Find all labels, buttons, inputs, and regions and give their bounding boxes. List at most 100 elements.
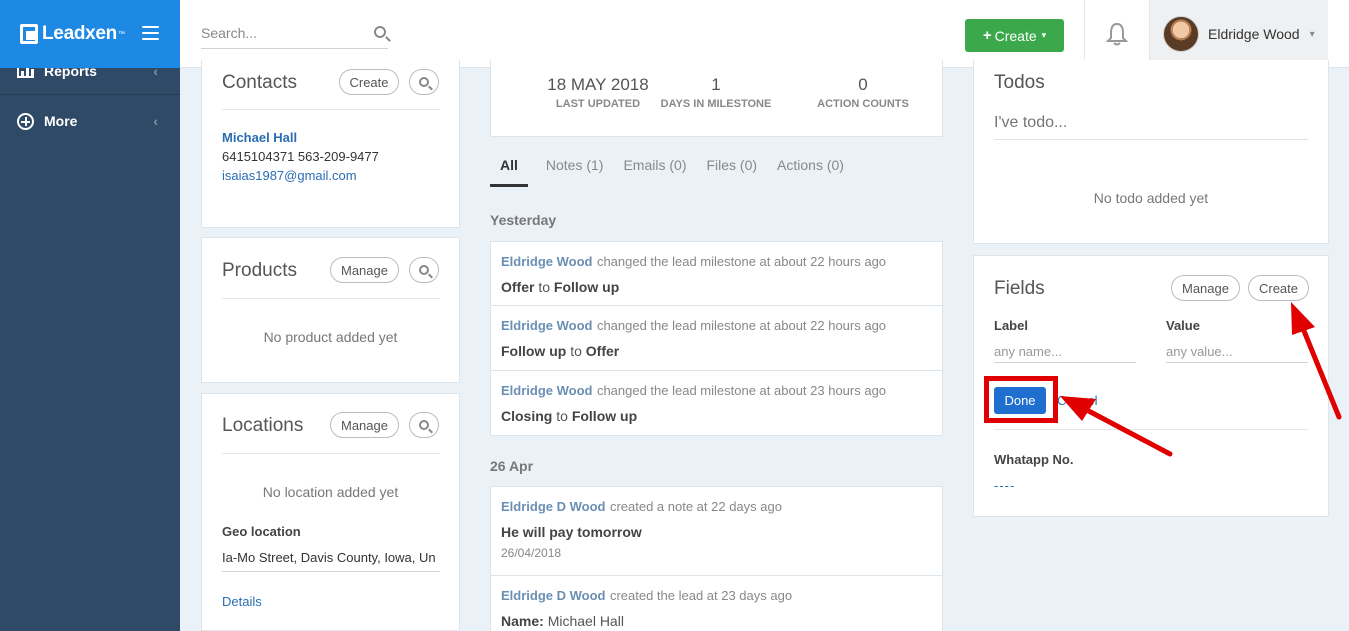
create-button-label: Create [994,27,1037,44]
note-body: He will pay tomorrow [501,524,642,540]
tab-files[interactable]: Files (0) [706,147,757,187]
divider [222,298,440,299]
brand-name: Leadxen [42,23,117,44]
feed-item: Eldridge Wood changed the lead milestone… [490,370,943,436]
milestone-change: Closing to Follow up [501,408,932,424]
milestone-connector: to [556,408,568,424]
contacts-title: Contacts [222,72,297,93]
milestone-from: Offer [501,279,535,295]
field-name-input[interactable] [994,341,1136,363]
activity-tabs: All Notes (1) Emails (0) Files (0) Actio… [490,147,864,187]
search-icon [419,420,429,430]
todos-empty-state: No todo added yet [1093,190,1209,206]
brand-logo[interactable]: Leadxen ™ [0,0,180,68]
brand-trademark: ™ [118,30,125,38]
products-search-button[interactable] [409,257,439,283]
locations-manage-button[interactable]: Manage [330,412,399,438]
bell-icon [1106,22,1128,46]
stat-value: 1 [711,75,721,94]
stat-value: 0 [858,75,868,94]
fields-card: Fields Manage Create [973,255,1329,517]
feed-action-text: created a note at 22 days ago [609,499,782,514]
geo-location-label: Geo location [222,524,301,539]
todos-card: Todos No todo added yet [973,60,1329,244]
user-name: Eldridge Wood [1208,26,1300,42]
search-input[interactable] [201,20,361,46]
contact-phones: 6415104371 563-209-9477 [222,149,379,164]
tab-emails[interactable]: Emails (0) [623,147,686,187]
locations-search-button[interactable] [409,412,439,438]
milestone-to: Offer [585,343,620,359]
products-manage-button[interactable]: Manage [330,257,399,283]
notifications-button[interactable] [1084,0,1150,68]
search-icon[interactable] [374,26,386,38]
milestone-change: Follow up to Offer [501,343,932,359]
user-menu[interactable]: Eldridge Wood ▾ [1150,0,1328,68]
logo-icon [20,24,38,44]
milestone-to: Follow up [571,408,638,424]
divider [222,453,440,454]
feed-author-link[interactable]: Eldridge Wood [501,318,592,333]
note-text: He will pay tomorrow [501,524,932,540]
field-value-input[interactable] [1166,341,1308,363]
stat-days-in-milestone: 1 DAYS IN MILESTONE [641,75,791,110]
divider [994,429,1308,430]
search-box [201,20,388,49]
done-button[interactable]: Done [994,387,1046,414]
contact-name-link[interactable]: Michael Hall [222,130,297,145]
todos-title: Todos [994,72,1045,93]
chevron-down-icon: ▾ [1309,28,1315,40]
fields-create-button[interactable]: Create [1248,275,1309,301]
feed-author-link[interactable]: Eldridge Wood [501,254,592,269]
todo-input[interactable] [994,106,1308,140]
feed-author-link[interactable]: Eldridge D Wood [501,588,605,603]
milestone-change: Offer to Follow up [501,279,932,295]
avatar [1163,16,1199,52]
fields-manage-button[interactable]: Manage [1171,275,1240,301]
hamburger-menu-icon[interactable] [142,26,159,40]
note-date: 26/04/2018 [501,546,562,560]
lead-name-line: Name: Michael Hall [501,613,932,629]
field-value-header: Value [1166,318,1200,333]
feed-item: Eldridge D Wood created the lead at 23 d… [490,575,943,631]
milestone-connector: to [570,343,582,359]
sidebar-item-more[interactable]: More ‹ [0,101,180,141]
contacts-search-button[interactable] [409,69,439,95]
products-title: Products [222,260,297,281]
milestone-from: Follow up [501,343,567,359]
feed-item: Eldridge Wood changed the lead milestone… [490,241,943,306]
divider [222,571,440,572]
sidebar: Reports ‹ More ‹ [0,0,180,631]
feed-action-text: changed the lead milestone at about 22 h… [596,254,887,269]
sidebar-item-label: More [44,113,78,129]
custom-field-value-link[interactable]: ---- [994,478,1015,493]
feed-author-link[interactable]: Eldridge Wood [501,383,592,398]
geo-location-value: Ia-Mo Street, Davis County, Iowa, Un [222,550,436,565]
contact-email-link[interactable]: isaias1987@gmail.com [222,168,357,183]
feed-item: Eldridge D Wood created a note at 22 day… [490,486,943,576]
milestone-stats-card: 18 MAY 2018 LAST UPDATED 1 DAYS IN MILES… [490,60,943,137]
feed-day-label: 26 Apr [490,458,534,474]
tab-all[interactable]: All [490,147,528,187]
feed-author-link[interactable]: Eldridge D Wood [501,499,605,514]
locations-card: Locations Manage No location added yet G… [201,393,460,631]
cancel-link[interactable]: Cancel [1057,393,1097,408]
tab-notes[interactable]: Notes (1) [546,147,604,187]
stat-label: ACTION COUNTS [817,98,909,110]
stat-label: DAYS IN MILESTONE [660,98,772,110]
divider [222,109,440,110]
feed-action-text: changed the lead milestone at about 22 h… [596,318,887,333]
products-card: Products Manage No product added yet [201,237,460,383]
locations-title: Locations [222,415,304,436]
feed-action-text: changed the lead milestone at about 23 h… [596,383,887,398]
chevron-down-icon: ▾ [1041,30,1047,40]
tab-actions[interactable]: Actions (0) [777,147,844,187]
feed-day-label: Yesterday [490,212,557,228]
milestone-from: Closing [501,408,553,424]
stat-action-counts: 0 ACTION COUNTS [788,75,938,110]
milestone-connector: to [538,279,551,295]
contacts-create-button[interactable]: Create [339,69,399,95]
field-label-header: Label [994,318,1028,333]
create-button[interactable]: + Create ▾ [965,19,1064,52]
details-link[interactable]: Details [222,594,262,609]
